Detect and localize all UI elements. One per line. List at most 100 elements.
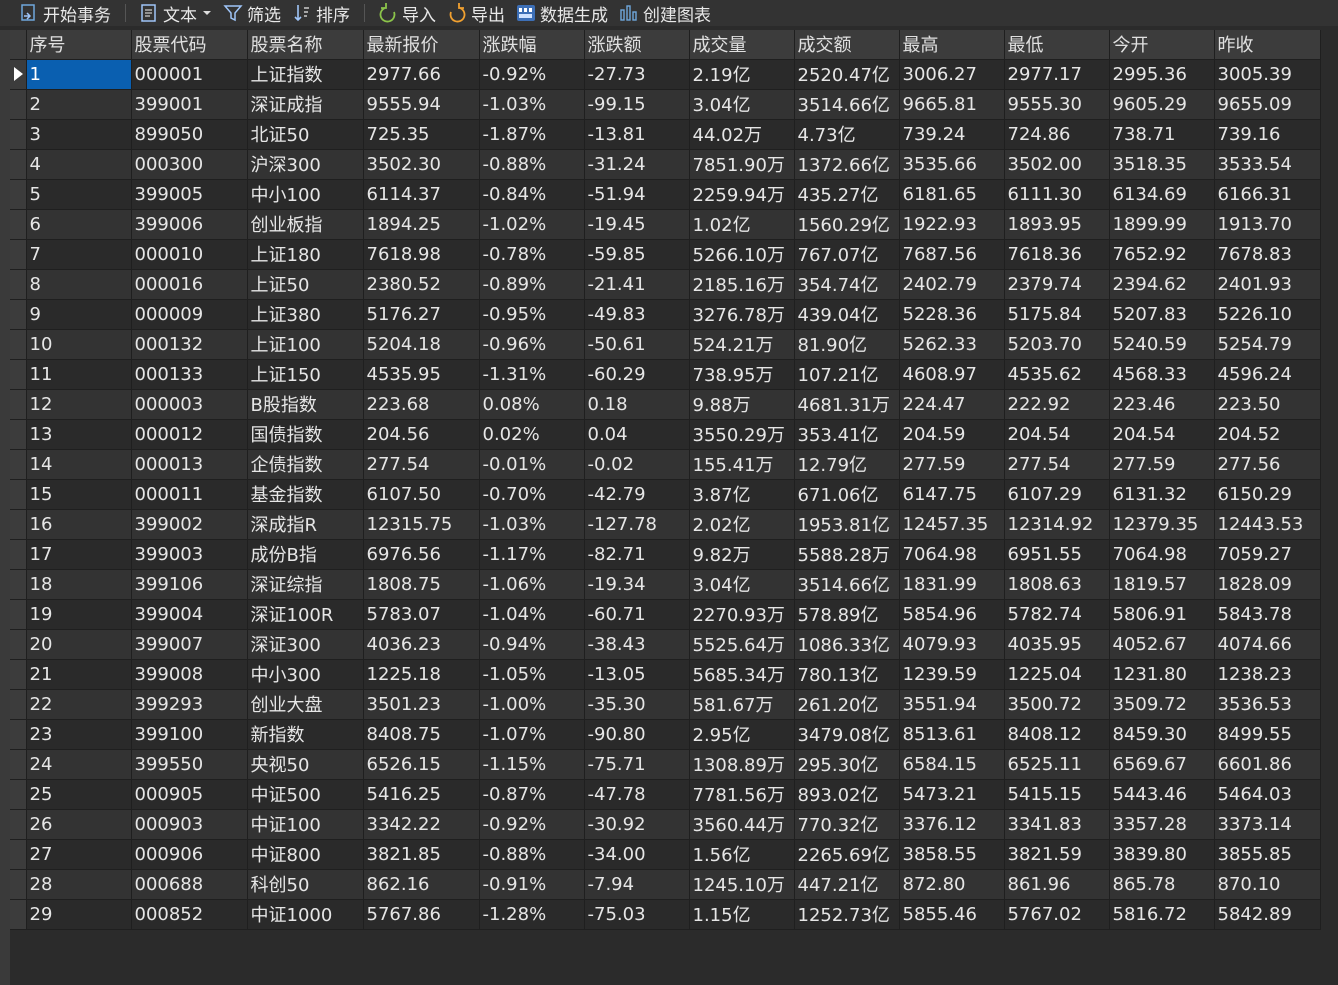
table-cell[interactable]: 14 — [26, 449, 132, 480]
table-cell[interactable]: 1808.75 — [363, 569, 480, 600]
table-cell[interactable]: 上证380 — [247, 299, 364, 330]
table-cell[interactable]: 6951.55 — [1004, 539, 1110, 570]
table-cell[interactable]: 6134.69 — [1109, 179, 1215, 210]
row-indicator[interactable] — [10, 659, 27, 690]
table-cell[interactable]: 399005 — [131, 179, 248, 210]
row-indicator[interactable] — [10, 689, 27, 720]
table-cell[interactable]: 2401.93 — [1214, 269, 1321, 300]
table-cell[interactable]: -1.03% — [479, 89, 585, 120]
table-cell[interactable]: 1239.59 — [899, 659, 1005, 690]
table-cell[interactable]: 000016 — [131, 269, 248, 300]
table-cell[interactable]: 16 — [26, 509, 132, 540]
table-cell[interactable]: 7059.27 — [1214, 539, 1321, 570]
table-cell[interactable]: 4608.97 — [899, 359, 1005, 390]
create-chart-button[interactable]: 创建图表 — [614, 0, 717, 26]
table-cell[interactable]: 399106 — [131, 569, 248, 600]
row-indicator[interactable] — [10, 599, 27, 630]
table-cell[interactable]: -75.71 — [584, 749, 690, 780]
table-cell[interactable]: 6601.86 — [1214, 749, 1321, 780]
table-cell[interactable]: 22 — [26, 689, 132, 720]
table-cell[interactable]: 399100 — [131, 719, 248, 750]
table-cell[interactable]: 上证150 — [247, 359, 364, 390]
table-row[interactable]: 12 000003 B股指数 223.68 0.08% 0.18 9.88万 4681.31万… — [10, 389, 1321, 420]
table-cell[interactable]: 5 — [26, 179, 132, 210]
table-cell[interactable]: 0.02% — [479, 419, 585, 450]
table-cell[interactable]: 国债指数 — [247, 419, 364, 450]
table-cell[interactable]: 9555.30 — [1004, 89, 1110, 120]
table-cell[interactable]: 7652.92 — [1109, 239, 1215, 270]
table-row[interactable]: 18 399106 深证综指 1808.75 -1.06% -19.34 3.04亿 3514… — [10, 569, 1321, 600]
table-cell[interactable]: 8513.61 — [899, 719, 1005, 750]
row-indicator[interactable] — [10, 449, 27, 480]
export-button[interactable]: 导出 — [442, 0, 511, 26]
table-cell[interactable]: 399001 — [131, 89, 248, 120]
row-indicator[interactable] — [10, 299, 27, 330]
column-header[interactable]: 昨收 — [1214, 30, 1321, 60]
table-cell[interactable]: 1308.89万 — [689, 749, 795, 780]
table-cell[interactable]: -30.92 — [584, 809, 690, 840]
table-cell[interactable]: 2270.93万 — [689, 599, 795, 630]
table-cell[interactable]: 277.59 — [899, 449, 1005, 480]
table-cell[interactable]: 000003 — [131, 389, 248, 420]
table-cell[interactable]: 2185.16万 — [689, 269, 795, 300]
table-row[interactable]: 29 000852 中证1000 5767.86 -1.28% -75.03 1.15亿 12… — [10, 899, 1321, 930]
table-cell[interactable]: 5782.74 — [1004, 599, 1110, 630]
table-cell[interactable]: 204.54 — [1109, 419, 1215, 450]
table-cell[interactable]: 8499.55 — [1214, 719, 1321, 750]
table-cell[interactable]: 1828.09 — [1214, 569, 1321, 600]
row-indicator[interactable] — [10, 389, 27, 420]
table-cell[interactable]: 780.13亿 — [794, 659, 900, 690]
table-cell[interactable]: 725.35 — [363, 119, 480, 150]
table-cell[interactable]: 435.27亿 — [794, 179, 900, 210]
table-cell[interactable]: 中证500 — [247, 779, 364, 810]
table-cell[interactable]: 5843.78 — [1214, 599, 1321, 630]
table-cell[interactable]: -0.78% — [479, 239, 585, 270]
table-cell[interactable]: 3006.27 — [899, 59, 1005, 90]
table-row[interactable]: 20 399007 深证300 4036.23 -0.94% -38.43 5525.64万… — [10, 629, 1321, 660]
table-row[interactable]: 21 399008 中小300 1225.18 -1.05% -13.05 5685.34万… — [10, 659, 1321, 690]
table-cell[interactable]: 3509.72 — [1109, 689, 1215, 720]
table-cell[interactable]: 13 — [26, 419, 132, 450]
table-cell[interactable]: 5254.79 — [1214, 329, 1321, 360]
table-cell[interactable]: 3821.85 — [363, 839, 480, 870]
table-cell[interactable]: 738.95万 — [689, 359, 795, 390]
column-header[interactable]: 最低 — [1004, 30, 1110, 60]
table-cell[interactable]: -60.71 — [584, 599, 690, 630]
table-cell[interactable]: 4.73亿 — [794, 119, 900, 150]
table-cell[interactable]: 7618.36 — [1004, 239, 1110, 270]
table-cell[interactable]: 6107.50 — [363, 479, 480, 510]
table-cell[interactable]: 上证指数 — [247, 59, 364, 90]
table-cell[interactable]: 3.87亿 — [689, 479, 795, 510]
table-cell[interactable]: 223.50 — [1214, 389, 1321, 420]
table-cell[interactable]: 28 — [26, 869, 132, 900]
table-cell[interactable]: -0.02 — [584, 449, 690, 480]
table-cell[interactable]: 7 — [26, 239, 132, 270]
row-indicator[interactable] — [10, 239, 27, 270]
table-cell[interactable]: 0.08% — [479, 389, 585, 420]
table-cell[interactable]: -1.28% — [479, 899, 585, 930]
table-cell[interactable]: 15 — [26, 479, 132, 510]
table-cell[interactable]: 399008 — [131, 659, 248, 690]
table-cell[interactable]: 3502.00 — [1004, 149, 1110, 180]
column-header[interactable]: 今开 — [1109, 30, 1215, 60]
table-cell[interactable]: 578.89亿 — [794, 599, 900, 630]
table-cell[interactable]: 5685.34万 — [689, 659, 795, 690]
table-cell[interactable]: 5266.10万 — [689, 239, 795, 270]
table-row[interactable]: 9 000009 上证380 5176.27 -0.95% -49.83 3276.78万 4… — [10, 299, 1321, 330]
table-cell[interactable]: -1.06% — [479, 569, 585, 600]
table-cell[interactable]: -0.70% — [479, 479, 585, 510]
table-cell[interactable]: -27.73 — [584, 59, 690, 90]
table-cell[interactable]: 9665.81 — [899, 89, 1005, 120]
table-cell[interactable]: 581.67万 — [689, 689, 795, 720]
table-cell[interactable]: 5767.86 — [363, 899, 480, 930]
text-button[interactable]: 文本 — [134, 0, 218, 26]
table-cell[interactable]: 1913.70 — [1214, 209, 1321, 240]
table-cell[interactable]: -47.78 — [584, 779, 690, 810]
table-cell[interactable]: 865.78 — [1109, 869, 1215, 900]
row-indicator[interactable] — [10, 119, 27, 150]
table-cell[interactable]: -1.02% — [479, 209, 585, 240]
table-cell[interactable]: 7678.83 — [1214, 239, 1321, 270]
table-cell[interactable]: 6181.65 — [899, 179, 1005, 210]
table-cell[interactable]: 0.18 — [584, 389, 690, 420]
row-indicator[interactable] — [10, 779, 27, 810]
